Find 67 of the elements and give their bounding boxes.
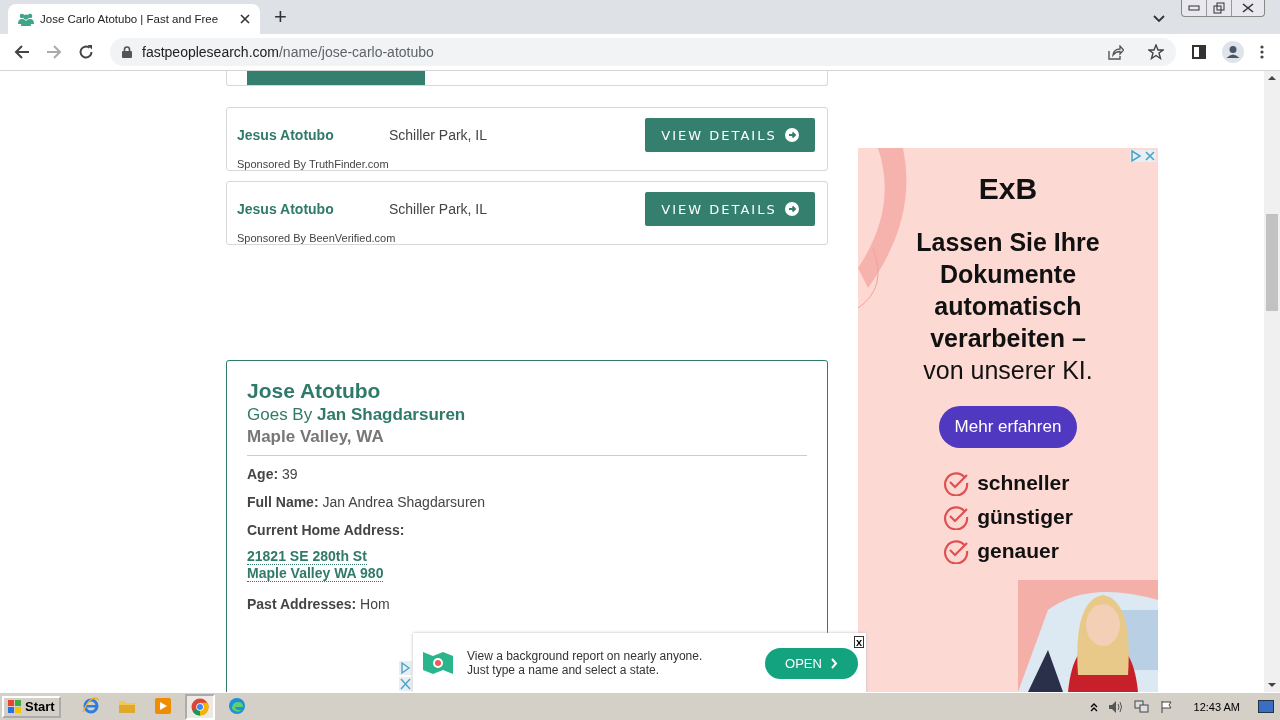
show-desktop-icon[interactable] — [1258, 700, 1274, 713]
minimize-icon — [1188, 5, 1200, 11]
new-tab-button[interactable]: + — [274, 4, 287, 30]
windows-logo-icon — [8, 700, 22, 713]
chrome-app-button[interactable] — [184, 693, 215, 720]
benefit-text: schneller — [977, 471, 1070, 495]
sponsor-text: Sponsored By TruthFinder.com — [237, 158, 390, 170]
profile-field: Past Addresses: Hom — [247, 596, 807, 612]
restore-icon — [1213, 2, 1225, 14]
alias-text: Goes By Jan Shagdarsuren — [247, 405, 467, 425]
network-icon[interactable] — [1133, 699, 1150, 714]
ad-headline: Lassen Sie Ihre Dokumente automatisch verarbeiten – von unserer KI. — [916, 227, 1100, 386]
close-icon — [1242, 3, 1254, 13]
share-icon[interactable] — [1108, 44, 1124, 60]
view-details-button[interactable]: VIEW DETAILS — [645, 192, 815, 226]
profile-location: Maple Valley, WA — [247, 427, 385, 447]
ad-text: Just type a name and select a state. — [467, 663, 661, 677]
address-bar[interactable]: fastpeoplesearch.com/name/jose-carlo-atotubo — [110, 38, 1176, 66]
profile-field: Age: 39 — [247, 466, 807, 482]
check-circle-icon — [943, 538, 970, 564]
play-icon — [154, 697, 171, 714]
benefit-text: günstiger — [977, 505, 1073, 529]
person-location: Schiller Park, IL — [389, 201, 488, 217]
person-name[interactable]: Jesus Atotubo — [237, 201, 389, 217]
side-panel-icon[interactable] — [1192, 45, 1206, 59]
reload-icon[interactable] — [78, 44, 94, 60]
check-circle-icon — [943, 504, 970, 530]
profile-icon[interactable] — [1222, 41, 1244, 63]
lock-icon — [122, 46, 132, 58]
browser-tab[interactable]: Jose Carlo Atotubo | Fast and Free — [8, 4, 260, 34]
chevron-down-icon[interactable] — [1153, 15, 1165, 23]
learn-more-button[interactable]: Mehr erfahren — [938, 406, 1078, 448]
scrollbar-thumb[interactable] — [1266, 214, 1278, 311]
field-label: Current Home Address: — [247, 522, 406, 538]
people-icon — [18, 12, 34, 26]
person-location: Schiller Park, IL — [389, 127, 488, 143]
flag-icon[interactable] — [1159, 699, 1174, 714]
back-icon[interactable] — [14, 44, 30, 60]
address-link[interactable]: Maple Valley WA 980 — [247, 565, 384, 582]
sponsor-text: Sponsored By BeenVerified.com — [237, 232, 397, 244]
profile-name: Jose Atotubo — [247, 379, 382, 403]
ad-bar[interactable]: View a background report on nearly anyone. Just type a name and select a state. OPEN x — [413, 633, 866, 692]
address-link[interactable]: 21821 SE 280th St — [247, 548, 367, 565]
person-name[interactable]: Jesus Atotubo — [237, 127, 389, 143]
view-details-button[interactable]: VIEW DETAILS — [645, 118, 815, 152]
tab-title: Jose Carlo Atotubo | Fast and Free — [40, 13, 220, 25]
check-circle-icon — [943, 470, 970, 496]
profile-field: Full Name: Jan Andrea Shagdarsuren — [247, 494, 807, 510]
url-text: fastpeoplesearch.com/name/jose-carlo-atotubo — [142, 44, 434, 60]
arrow-circle-icon — [784, 202, 799, 216]
browser-e-icon — [81, 696, 100, 715]
menu-icon[interactable] — [1260, 45, 1264, 59]
start-button[interactable]: Start — [2, 695, 61, 718]
ad-text: View a background report on nearly anyone. — [467, 649, 704, 663]
close-icon[interactable] — [240, 14, 250, 24]
map-icon — [423, 650, 453, 676]
clock-time[interactable]: 12:43 AM — [1193, 700, 1240, 713]
benefit-text: genauer — [977, 539, 1059, 563]
close-button[interactable]: x — [853, 636, 864, 648]
chrome-icon — [190, 697, 209, 716]
ad-logo: ExB — [978, 172, 1038, 206]
chevron-up-icon[interactable] — [1089, 701, 1098, 712]
arrow-circle-icon — [784, 128, 799, 142]
speaker-icon[interactable] — [1107, 699, 1124, 714]
chevron-right-icon — [829, 657, 838, 669]
star-icon[interactable] — [1148, 44, 1164, 60]
edge-icon — [227, 696, 246, 715]
